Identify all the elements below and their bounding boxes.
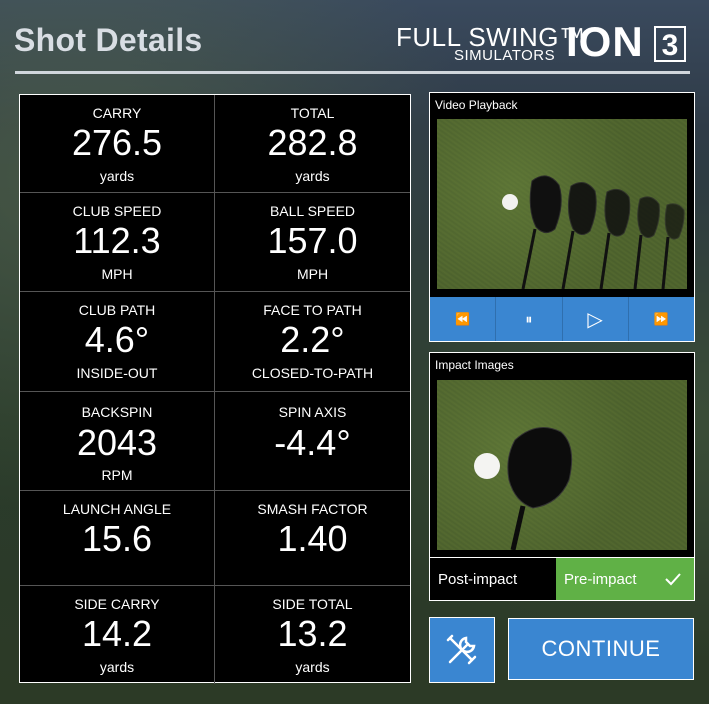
metric-total: TOTAL 282.8 yards	[215, 95, 410, 193]
post-impact-tab[interactable]: Post-impact	[430, 558, 556, 600]
metric-carry: CARRY 276.5 yards	[20, 95, 215, 193]
metric-smash-factor: SMASH FACTOR 1.40	[215, 491, 410, 586]
pre-impact-tab[interactable]: Pre-impact	[556, 558, 694, 600]
metric-value: 4.6°	[84, 319, 150, 360]
video-playback-panel: Video Playback ⏪ ⏸ ▷ ⏩	[429, 92, 695, 342]
metric-unit: RPM	[101, 467, 133, 483]
pause-icon: ⏸	[525, 310, 533, 327]
metric-unit: CLOSED-TO-PATH	[251, 365, 374, 381]
impact-panel-title: Impact Images	[435, 358, 514, 372]
metric-side-carry: SIDE CARRY 14.2 yards	[20, 586, 215, 684]
metric-label: SPIN AXIS	[278, 404, 347, 420]
metric-unit: MPH	[101, 266, 133, 282]
metric-side-total: SIDE TOTAL 13.2 yards	[215, 586, 410, 684]
full-swing-ion3-logo: FULL SWING™ SIMULATORS ION 3	[396, 18, 691, 66]
metric-label: SIDE TOTAL	[272, 596, 353, 612]
metric-label: TOTAL	[290, 105, 335, 121]
metric-label: CLUB PATH	[78, 302, 156, 318]
play-icon: ▷	[587, 308, 603, 331]
metric-value: 112.3	[73, 220, 161, 261]
metric-value: 1.40	[277, 518, 348, 559]
club-swing-sequence-image	[502, 175, 685, 290]
impact-image	[474, 427, 573, 551]
logo-line2: SIMULATORS	[454, 47, 556, 64]
settings-tools-button[interactable]	[429, 617, 495, 683]
shot-metrics-grid: CARRY 276.5 yards TOTAL 282.8 yards CLUB…	[19, 94, 411, 684]
continue-label: CONTINUE	[541, 636, 661, 661]
metric-value: 14.2	[81, 613, 153, 654]
metric-unit: MPH	[296, 266, 329, 282]
fast-forward-icon: ⏩	[653, 312, 669, 326]
metric-value: 13.2	[277, 613, 348, 654]
header-divider	[15, 71, 690, 74]
metric-spin-axis: SPIN AXIS -4.4°	[215, 392, 410, 491]
metric-unit: yards	[295, 168, 330, 184]
metric-value: 2043	[76, 422, 158, 463]
metric-value: 276.5	[71, 122, 163, 163]
post-impact-label: Post-impact	[438, 570, 518, 588]
rewind-icon: ⏪	[455, 312, 471, 326]
metric-unit: INSIDE-OUT	[76, 365, 158, 381]
metric-backspin: BACKSPIN 2043 RPM	[20, 392, 215, 491]
metric-launch-angle: LAUNCH ANGLE 15.6	[20, 491, 215, 586]
metric-label: LAUNCH ANGLE	[62, 501, 172, 517]
page-title: Shot Details	[14, 22, 203, 58]
pause-button[interactable]: ⏸	[495, 297, 562, 341]
metric-label: FACE TO PATH	[263, 302, 362, 318]
rewind-button[interactable]: ⏪	[430, 297, 496, 341]
logo-brand: ION	[566, 18, 644, 65]
metric-value: 282.8	[267, 122, 358, 163]
video-controls: ⏪ ⏸ ▷ ⏩	[430, 297, 694, 341]
metric-label: BALL SPEED	[269, 203, 356, 219]
metric-label: CARRY	[92, 105, 142, 121]
video-frame[interactable]	[437, 119, 687, 290]
metric-label: CLUB SPEED	[72, 203, 162, 219]
tools-icon	[446, 634, 477, 665]
metric-unit: yards	[99, 168, 135, 184]
fast-forward-button[interactable]: ⏩	[627, 297, 694, 341]
metric-unit: yards	[295, 659, 330, 675]
logo-edition: 3	[654, 26, 686, 62]
metric-value: -4.4°	[274, 422, 351, 463]
metric-face-to-path: FACE TO PATH 2.2° CLOSED-TO-PATH	[215, 292, 410, 392]
metric-label: SIDE CARRY	[74, 596, 160, 612]
pre-impact-label: Pre-impact	[564, 570, 637, 588]
metric-ball-speed: BALL SPEED 157.0 MPH	[215, 193, 410, 292]
impact-toggle: Post-impact Pre-impact	[430, 557, 694, 600]
video-panel-title: Video Playback	[435, 98, 518, 112]
metric-label: BACKSPIN	[81, 404, 153, 420]
metric-club-path: CLUB PATH 4.6° INSIDE-OUT	[20, 292, 215, 392]
metric-club-speed: CLUB SPEED 112.3 MPH	[20, 193, 215, 292]
play-button[interactable]: ▷	[561, 297, 628, 341]
checkmark-icon	[665, 573, 681, 586]
metric-value: 2.2°	[280, 319, 345, 360]
impact-images-panel: Impact Images Post-impact Pre-impact	[429, 352, 695, 601]
impact-image-frame	[437, 380, 687, 551]
metric-label: SMASH FACTOR	[257, 501, 368, 517]
metric-value: 157.0	[267, 220, 358, 261]
continue-button[interactable]: CONTINUE	[508, 618, 694, 680]
metric-unit: yards	[99, 659, 135, 675]
metric-value: 15.6	[81, 518, 153, 559]
